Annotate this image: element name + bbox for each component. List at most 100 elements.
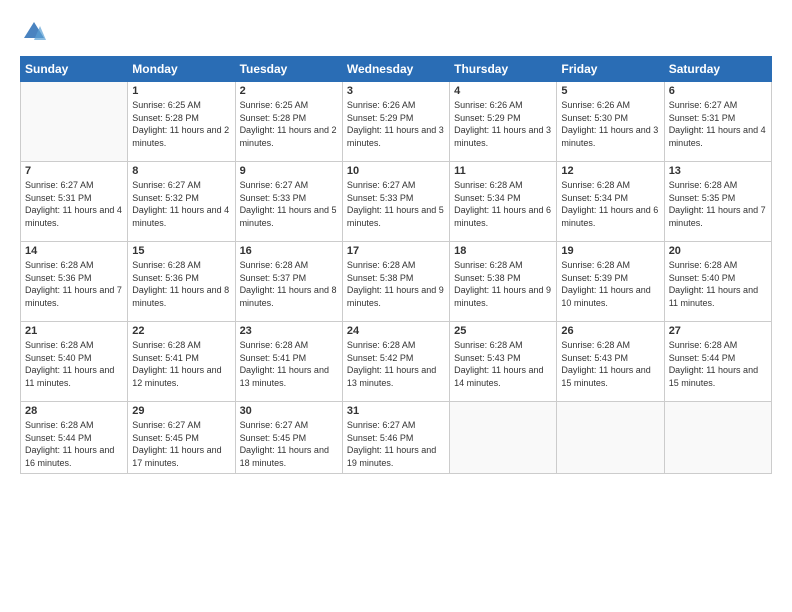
day-info: Sunrise: 6:28 AMSunset: 5:36 PMDaylight:… xyxy=(25,259,123,309)
calendar-cell: 18 Sunrise: 6:28 AMSunset: 5:38 PMDayligh… xyxy=(450,242,557,322)
day-number: 8 xyxy=(132,165,230,177)
day-number: 31 xyxy=(347,405,445,417)
col-header-friday: Friday xyxy=(557,57,664,82)
day-info: Sunrise: 6:28 AMSunset: 5:41 PMDaylight:… xyxy=(132,339,230,389)
calendar-week-row: 28 Sunrise: 6:28 AMSunset: 5:44 PMDayligh… xyxy=(21,402,772,474)
calendar-cell: 11 Sunrise: 6:28 AMSunset: 5:34 PMDayligh… xyxy=(450,162,557,242)
day-number: 3 xyxy=(347,85,445,97)
calendar-cell: 27 Sunrise: 6:28 AMSunset: 5:44 PMDayligh… xyxy=(664,322,771,402)
day-info: Sunrise: 6:28 AMSunset: 5:40 PMDaylight:… xyxy=(669,259,767,309)
calendar-week-row: 21 Sunrise: 6:28 AMSunset: 5:40 PMDayligh… xyxy=(21,322,772,402)
logo xyxy=(20,18,52,46)
day-number: 9 xyxy=(240,165,338,177)
day-info: Sunrise: 6:28 AMSunset: 5:36 PMDaylight:… xyxy=(132,259,230,309)
calendar-cell xyxy=(557,402,664,474)
day-info: Sunrise: 6:28 AMSunset: 5:44 PMDaylight:… xyxy=(25,419,123,469)
day-info: Sunrise: 6:28 AMSunset: 5:40 PMDaylight:… xyxy=(25,339,123,389)
calendar-cell xyxy=(664,402,771,474)
calendar-cell: 3 Sunrise: 6:26 AMSunset: 5:29 PMDaylight… xyxy=(342,82,449,162)
calendar-cell: 29Sunrise: 6:27 AMSunset: 5:45 PMDayligh… xyxy=(128,402,235,474)
day-info: Sunrise: 6:26 AMSunset: 5:30 PMDaylight:… xyxy=(561,99,659,149)
day-number: 6 xyxy=(669,85,767,97)
calendar-cell xyxy=(450,402,557,474)
calendar-week-row: 14Sunrise: 6:28 AMSunset: 5:36 PMDayligh… xyxy=(21,242,772,322)
day-number: 21 xyxy=(25,325,123,337)
day-info: Sunrise: 6:28 AMSunset: 5:43 PMDaylight:… xyxy=(454,339,552,389)
calendar-cell: 1 Sunrise: 6:25 AMSunset: 5:28 PMDaylight… xyxy=(128,82,235,162)
day-info: Sunrise: 6:25 AMSunset: 5:28 PMDaylight:… xyxy=(240,99,338,149)
day-info: Sunrise: 6:28 AMSunset: 5:34 PMDaylight:… xyxy=(454,179,552,229)
day-number: 20 xyxy=(669,245,767,257)
day-info: Sunrise: 6:27 AMSunset: 5:45 PMDaylight:… xyxy=(240,419,338,469)
day-info: Sunrise: 6:28 AMSunset: 5:42 PMDaylight:… xyxy=(347,339,445,389)
day-number: 28 xyxy=(25,405,123,417)
day-number: 24 xyxy=(347,325,445,337)
day-info: Sunrise: 6:28 AMSunset: 5:39 PMDaylight:… xyxy=(561,259,659,309)
day-info: Sunrise: 6:27 AMSunset: 5:32 PMDaylight:… xyxy=(132,179,230,229)
col-header-sunday: Sunday xyxy=(21,57,128,82)
page: SundayMondayTuesdayWednesdayThursdayFrid… xyxy=(0,0,792,612)
calendar-cell: 31Sunrise: 6:27 AMSunset: 5:46 PMDayligh… xyxy=(342,402,449,474)
day-info: Sunrise: 6:27 AMSunset: 5:31 PMDaylight:… xyxy=(669,99,767,149)
calendar-cell: 15 Sunrise: 6:28 AMSunset: 5:36 PMDayligh… xyxy=(128,242,235,322)
day-info: Sunrise: 6:28 AMSunset: 5:35 PMDaylight:… xyxy=(669,179,767,229)
calendar-header-row: SundayMondayTuesdayWednesdayThursdayFrid… xyxy=(21,57,772,82)
day-info: Sunrise: 6:25 AMSunset: 5:28 PMDaylight:… xyxy=(132,99,230,149)
calendar-cell: 4 Sunrise: 6:26 AMSunset: 5:29 PMDaylight… xyxy=(450,82,557,162)
day-info: Sunrise: 6:28 AMSunset: 5:41 PMDaylight:… xyxy=(240,339,338,389)
day-number: 30 xyxy=(240,405,338,417)
day-info: Sunrise: 6:28 AMSunset: 5:34 PMDaylight:… xyxy=(561,179,659,229)
calendar-cell: 28 Sunrise: 6:28 AMSunset: 5:44 PMDayligh… xyxy=(21,402,128,474)
day-number: 4 xyxy=(454,85,552,97)
calendar-cell: 19 Sunrise: 6:28 AMSunset: 5:39 PMDayligh… xyxy=(557,242,664,322)
day-info: Sunrise: 6:28 AMSunset: 5:38 PMDaylight:… xyxy=(454,259,552,309)
col-header-wednesday: Wednesday xyxy=(342,57,449,82)
col-header-tuesday: Tuesday xyxy=(235,57,342,82)
calendar-cell: 20 Sunrise: 6:28 AMSunset: 5:40 PMDayligh… xyxy=(664,242,771,322)
calendar-cell: 9 Sunrise: 6:27 AMSunset: 5:33 PMDaylight… xyxy=(235,162,342,242)
calendar-cell: 24 Sunrise: 6:28 AMSunset: 5:42 PMDayligh… xyxy=(342,322,449,402)
col-header-saturday: Saturday xyxy=(664,57,771,82)
day-number: 11 xyxy=(454,165,552,177)
day-info: Sunrise: 6:28 AMSunset: 5:43 PMDaylight:… xyxy=(561,339,659,389)
calendar-cell: 22 Sunrise: 6:28 AMSunset: 5:41 PMDayligh… xyxy=(128,322,235,402)
day-info: Sunrise: 6:27 AMSunset: 5:33 PMDaylight:… xyxy=(347,179,445,229)
day-info: Sunrise: 6:26 AMSunset: 5:29 PMDaylight:… xyxy=(454,99,552,149)
day-number: 19 xyxy=(561,245,659,257)
day-info: Sunrise: 6:28 AMSunset: 5:44 PMDaylight:… xyxy=(669,339,767,389)
calendar-cell: 10 Sunrise: 6:27 AMSunset: 5:33 PMDayligh… xyxy=(342,162,449,242)
day-number: 23 xyxy=(240,325,338,337)
day-number: 7 xyxy=(25,165,123,177)
col-header-thursday: Thursday xyxy=(450,57,557,82)
day-number: 15 xyxy=(132,245,230,257)
day-number: 17 xyxy=(347,245,445,257)
day-info: Sunrise: 6:28 AMSunset: 5:38 PMDaylight:… xyxy=(347,259,445,309)
day-number: 10 xyxy=(347,165,445,177)
calendar-cell: 21 Sunrise: 6:28 AMSunset: 5:40 PMDayligh… xyxy=(21,322,128,402)
calendar-cell: 26 Sunrise: 6:28 AMSunset: 5:43 PMDayligh… xyxy=(557,322,664,402)
day-info: Sunrise: 6:27 AMSunset: 5:45 PMDaylight:… xyxy=(132,419,230,469)
day-info: Sunrise: 6:28 AMSunset: 5:37 PMDaylight:… xyxy=(240,259,338,309)
day-info: Sunrise: 6:26 AMSunset: 5:29 PMDaylight:… xyxy=(347,99,445,149)
calendar-cell: 16 Sunrise: 6:28 AMSunset: 5:37 PMDayligh… xyxy=(235,242,342,322)
calendar-week-row: 1 Sunrise: 6:25 AMSunset: 5:28 PMDaylight… xyxy=(21,82,772,162)
calendar-cell: 13 Sunrise: 6:28 AMSunset: 5:35 PMDayligh… xyxy=(664,162,771,242)
day-number: 26 xyxy=(561,325,659,337)
day-info: Sunrise: 6:27 AMSunset: 5:33 PMDaylight:… xyxy=(240,179,338,229)
day-number: 22 xyxy=(132,325,230,337)
day-info: Sunrise: 6:27 AMSunset: 5:31 PMDaylight:… xyxy=(25,179,123,229)
calendar-cell xyxy=(21,82,128,162)
day-number: 16 xyxy=(240,245,338,257)
day-number: 27 xyxy=(669,325,767,337)
day-number: 13 xyxy=(669,165,767,177)
day-number: 25 xyxy=(454,325,552,337)
day-number: 5 xyxy=(561,85,659,97)
day-number: 2 xyxy=(240,85,338,97)
col-header-monday: Monday xyxy=(128,57,235,82)
logo-icon xyxy=(20,18,48,46)
day-number: 18 xyxy=(454,245,552,257)
calendar-cell: 7 Sunrise: 6:27 AMSunset: 5:31 PMDaylight… xyxy=(21,162,128,242)
calendar-cell: 30 Sunrise: 6:27 AMSunset: 5:45 PMDayligh… xyxy=(235,402,342,474)
day-number: 1 xyxy=(132,85,230,97)
calendar-cell: 25 Sunrise: 6:28 AMSunset: 5:43 PMDayligh… xyxy=(450,322,557,402)
